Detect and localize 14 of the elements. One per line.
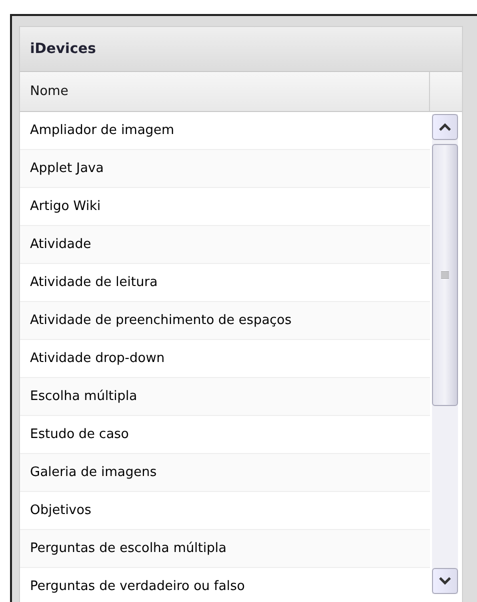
list-item[interactable]: Applet Java — [20, 150, 430, 188]
scroll-thumb[interactable] — [432, 144, 458, 406]
list-item[interactable]: Escolha múltipla — [20, 378, 430, 416]
grip-icon — [441, 270, 449, 280]
scrollbar[interactable] — [432, 114, 458, 594]
scroll-down-button[interactable] — [432, 568, 458, 594]
list-item[interactable]: Atividade de preenchimento de espaços — [20, 302, 430, 340]
panel-title: iDevices — [20, 27, 462, 72]
list-item[interactable]: Perguntas de escolha múltipla — [20, 530, 430, 568]
list-item[interactable]: Galeria de imagens — [20, 454, 430, 492]
caret-down-icon — [439, 577, 451, 585]
caret-up-icon — [439, 123, 451, 131]
list-item[interactable]: Atividade — [20, 226, 430, 264]
scroll-up-button[interactable] — [432, 114, 458, 140]
